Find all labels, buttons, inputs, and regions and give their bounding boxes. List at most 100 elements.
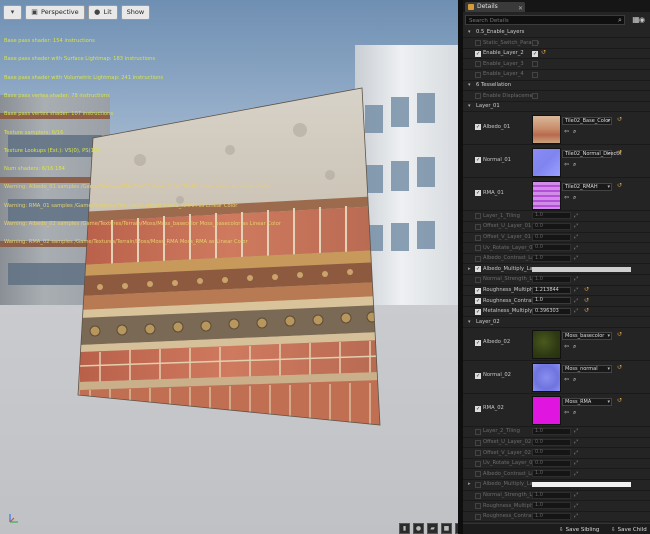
use-selected-arrow-icon[interactable]: ⇦ [564, 161, 569, 168]
override-checkbox[interactable]: ✓ [475, 287, 481, 294]
slider-handle-icon[interactable]: ⤢ [574, 245, 578, 251]
color-swatch[interactable] [532, 482, 631, 488]
texture-thumbnail[interactable] [532, 396, 561, 426]
texture-thumbnail[interactable] [532, 363, 561, 393]
search-details-input[interactable]: Search Details [465, 15, 625, 25]
texture-asset-dropdown[interactable]: Moss_RMA ▾ [562, 398, 612, 407]
override-checkbox[interactable]: ✓ [475, 157, 481, 164]
use-selected-arrow-icon[interactable]: ⇦ [564, 409, 569, 416]
override-checkbox[interactable] [475, 93, 481, 100]
slider-handle-icon[interactable]: ⤢ [574, 223, 578, 229]
override-checkbox[interactable]: ✓ [475, 339, 481, 346]
value-field[interactable]: 0.0 [532, 438, 571, 446]
expand-arrow-icon[interactable]: ▸ [468, 266, 471, 272]
value-field[interactable]: 1.0 [532, 212, 571, 220]
viewport-options-button[interactable]: ▾ [3, 5, 22, 20]
override-checkbox[interactable] [475, 428, 481, 435]
texture-asset-dropdown[interactable]: Moss_normal ▾ [562, 365, 612, 374]
override-checkbox[interactable] [475, 223, 481, 230]
override-checkbox[interactable]: ✓ [475, 124, 481, 131]
texture-asset-dropdown[interactable]: Tile02_Base_Color ▾ [562, 116, 612, 125]
slider-handle-icon[interactable]: ⤢ [574, 460, 578, 466]
value-checkbox[interactable] [532, 71, 538, 78]
slider-handle-icon[interactable]: ⤢ [574, 503, 578, 509]
slider-handle-icon[interactable]: ⤢ [574, 276, 578, 282]
slider-handle-icon[interactable]: ⤢ [574, 308, 578, 314]
slider-handle-icon[interactable]: ⤢ [574, 213, 578, 219]
override-checkbox[interactable] [475, 255, 481, 262]
save-sibling-button[interactable]: ⇩ Save Sibling [559, 526, 599, 534]
expand-arrow-icon[interactable]: ▾ [468, 319, 474, 325]
override-checkbox[interactable] [475, 71, 481, 78]
value-field[interactable]: 0.0 [532, 449, 571, 457]
browse-search-icon[interactable]: ⌕ [573, 343, 576, 351]
lit-mode-button[interactable]: ● Lit [87, 5, 118, 20]
value-field[interactable]: 1.213844 [532, 286, 571, 294]
value-checkbox[interactable] [532, 61, 538, 68]
texture-thumbnail[interactable] [532, 180, 561, 210]
expand-arrow-icon[interactable]: ▾ [468, 82, 474, 88]
override-checkbox[interactable] [475, 40, 481, 47]
reset-to-default-icon[interactable]: ↺ [617, 331, 622, 338]
override-checkbox[interactable] [475, 492, 481, 499]
save-child-button[interactable]: ⇩ Save Child [611, 526, 647, 534]
slider-handle-icon[interactable]: ⤢ [574, 428, 578, 434]
value-field[interactable]: 1.0 [532, 427, 571, 435]
reset-to-default-icon[interactable]: ↺ [617, 182, 622, 189]
value-field[interactable]: 0.0 [532, 459, 571, 467]
close-icon[interactable]: ✕ [518, 4, 523, 14]
texture-asset-dropdown[interactable]: Tile02_RMAH ▾ [562, 182, 612, 191]
reset-to-default-icon[interactable]: ↺ [617, 116, 622, 123]
value-checkbox[interactable] [532, 93, 538, 100]
use-selected-arrow-icon[interactable]: ⇦ [564, 376, 569, 383]
override-checkbox[interactable]: ✓ [475, 298, 481, 305]
override-checkbox[interactable] [475, 471, 481, 478]
value-field[interactable]: 1.0 [532, 275, 571, 283]
reset-to-default-icon[interactable]: ↺ [584, 297, 589, 304]
override-checkbox[interactable] [475, 234, 481, 241]
browse-search-icon[interactable]: ⌕ [573, 161, 576, 169]
value-checkbox[interactable] [532, 40, 538, 47]
texture-thumbnail[interactable] [532, 114, 561, 144]
override-checkbox[interactable] [475, 513, 481, 520]
slider-handle-icon[interactable]: ⤢ [574, 234, 578, 240]
slider-handle-icon[interactable]: ⤢ [574, 439, 578, 445]
override-checkbox[interactable]: ✓ [475, 266, 481, 273]
value-field[interactable]: 1.0 [532, 502, 571, 510]
override-checkbox[interactable] [475, 481, 481, 488]
texture-thumbnail[interactable] [532, 147, 561, 177]
override-checkbox[interactable] [475, 61, 481, 68]
browse-search-icon[interactable]: ⌕ [573, 194, 576, 202]
value-field[interactable]: 1.0 [532, 470, 571, 478]
override-checkbox[interactable] [475, 439, 481, 446]
perspective-button[interactable]: ▣ Perspective [25, 5, 85, 20]
show-button[interactable]: Show [120, 5, 151, 20]
reset-to-default-icon[interactable]: ↺ [541, 49, 546, 56]
texture-asset-dropdown[interactable]: Tile02_Normal_DirectX ▾ [562, 149, 622, 158]
value-field[interactable]: 1.0 [532, 254, 571, 262]
slider-handle-icon[interactable]: ⤢ [574, 450, 578, 456]
override-checkbox[interactable]: ✓ [475, 308, 481, 315]
texture-thumbnail[interactable] [532, 330, 561, 360]
override-checkbox[interactable] [475, 460, 481, 467]
override-checkbox[interactable] [475, 213, 481, 220]
value-field[interactable]: 1.0 [532, 297, 571, 305]
expand-arrow-icon[interactable]: ▾ [468, 29, 474, 35]
sphere-preview-icon[interactable]: ● [413, 523, 424, 534]
reset-to-default-icon[interactable]: ↺ [584, 307, 589, 314]
color-swatch[interactable] [532, 266, 631, 272]
value-field[interactable]: 0.0 [532, 233, 571, 241]
reset-to-default-icon[interactable]: ↺ [617, 149, 622, 156]
expand-arrow-icon[interactable]: ▾ [468, 103, 474, 109]
expand-arrow-icon[interactable]: ▸ [468, 481, 471, 487]
reset-to-default-icon[interactable]: ↺ [584, 286, 589, 293]
use-selected-arrow-icon[interactable]: ⇦ [564, 128, 569, 135]
slider-handle-icon[interactable]: ⤢ [574, 298, 578, 304]
override-checkbox[interactable] [475, 245, 481, 252]
material-preview-viewport[interactable]: ▾ ▣ Perspective ● Lit Show Base pass shade… [0, 0, 458, 534]
override-checkbox[interactable] [475, 450, 481, 457]
override-checkbox[interactable]: ✓ [475, 405, 481, 412]
slider-handle-icon[interactable]: ⤢ [574, 255, 578, 261]
slider-handle-icon[interactable]: ⤢ [574, 492, 578, 498]
override-checkbox[interactable]: ✓ [475, 190, 481, 197]
